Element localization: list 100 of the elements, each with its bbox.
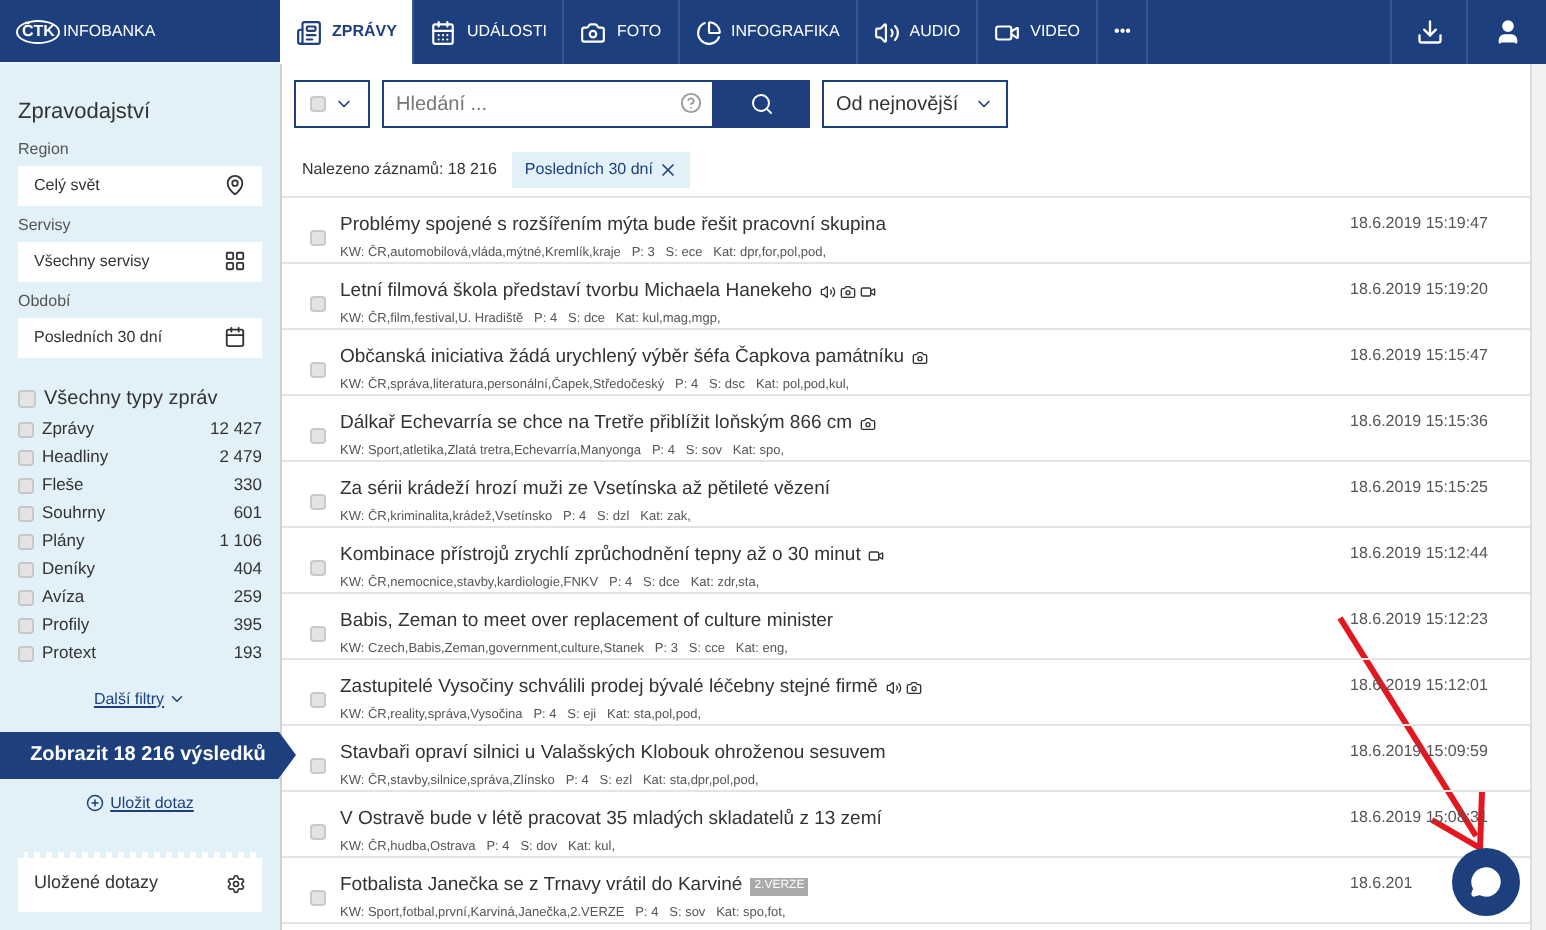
show-results-button[interactable]: Zobrazit 18 216 výsledků (0, 731, 296, 779)
article-title[interactable]: Kombinace přístrojů zrychlí zprůchodnění tepny až o 30 minut (340, 542, 861, 571)
article-title[interactable]: Dálkař Echevarría se chce na Tretře přiblížit loňským 866 cm (340, 410, 853, 439)
chat-icon (1470, 866, 1502, 898)
user-icon (1493, 18, 1521, 46)
nav-tab[interactable]: FOTO (564, 0, 680, 64)
checkbox[interactable] (310, 494, 326, 510)
nav-tab[interactable]: AUDIO (857, 0, 979, 64)
checkbox[interactable] (310, 890, 326, 906)
checkbox[interactable] (310, 626, 326, 642)
checkbox[interactable] (310, 230, 326, 246)
grid-icon (224, 250, 246, 272)
save-query-link[interactable]: Uložit dotaz (110, 791, 194, 815)
checkbox[interactable] (18, 617, 34, 633)
field-label: Region (18, 137, 71, 161)
type-label: Fleše (42, 472, 86, 498)
article-title[interactable]: Občanská iniciativa žádá urychlený výběr šéfa Čapkova památníku (340, 344, 904, 373)
pie-chart-icon (695, 19, 722, 45)
article-title[interactable]: Letní filmová škola představí tvorbu Michaela Hanekeho (340, 278, 813, 307)
checkbox[interactable] (310, 560, 326, 576)
camera-icon (580, 19, 607, 45)
type-count: 395 (233, 612, 262, 638)
results-count: Nalezeno záznamů: 18 216 (302, 158, 497, 182)
filter-field[interactable]: Celý svět (18, 165, 262, 205)
nav-tab[interactable]: INFOGRAFIKA (679, 0, 858, 64)
newspaper-icon (296, 19, 322, 45)
type-label: Všechny typy zpráv (44, 385, 218, 413)
search-field[interactable]: Hledání ... (382, 80, 714, 128)
checkbox[interactable] (310, 362, 326, 378)
filter-field[interactable]: Všechny servisy (18, 241, 262, 281)
article-title[interactable]: Za sérii krádeží hrozí muži ze Vsetínska až pětileté vězení (340, 476, 830, 505)
logo-mark: ČTK (16, 19, 61, 43)
type-count: 1 106 (219, 528, 262, 554)
search-button[interactable] (714, 80, 810, 128)
search-icon (750, 92, 774, 116)
timestamp: 18.6.2019 15:15:36 (1350, 410, 1488, 434)
article-title[interactable]: Zastupitelé Vysočiny schválili prodej bývalé léčebny stejné firmě (340, 674, 878, 703)
type-label: Profily (42, 612, 92, 638)
type-count: 2 479 (219, 444, 262, 470)
select-dropdown[interactable] (294, 80, 370, 128)
filter-field[interactable]: Posledních 30 dní (18, 317, 262, 357)
checkbox[interactable] (310, 296, 326, 312)
checkbox[interactable] (18, 449, 34, 465)
location-pin-icon (224, 174, 246, 196)
checkbox[interactable] (18, 533, 34, 549)
checkbox[interactable] (310, 758, 326, 774)
type-label: Protext (42, 640, 98, 666)
plus-icon (86, 794, 105, 812)
filter-chip[interactable]: Posledních 30 dní (512, 152, 691, 188)
field-label: Servisy (18, 213, 73, 237)
field-label: Období (18, 289, 73, 313)
timestamp: 18.6.2019 15:12:44 (1350, 542, 1488, 566)
speaker-icon (873, 19, 900, 45)
checkbox[interactable] (310, 692, 326, 708)
calendar-icon (430, 19, 457, 45)
nav-tab[interactable]: ••• (1098, 0, 1149, 64)
type-count: 330 (233, 472, 262, 498)
checkbox[interactable] (18, 477, 34, 493)
checkbox[interactable] (310, 428, 326, 444)
type-count: 12 427 (210, 416, 262, 442)
video-camera-icon (994, 19, 1021, 45)
nav-tab[interactable]: UDÁLOSTI (414, 0, 565, 64)
article-title[interactable]: V Ostravě bude v létě pracovat 35 mladých skladatelů z 13 zemí (340, 806, 882, 835)
article-title[interactable]: Babis, Zeman to meet over replacement of culture minister (340, 608, 834, 637)
checkbox[interactable] (18, 389, 36, 407)
type-label: Plány (42, 528, 87, 554)
article-title[interactable]: Problémy spojené s rozšířením mýta bude řešit pracovní skupina (340, 212, 886, 241)
article-title[interactable]: Stavbaři opraví silnici u Valašských Klobouk ohroženou sesuvem (340, 740, 886, 769)
checkbox[interactable] (18, 589, 34, 605)
checkbox[interactable] (18, 561, 34, 577)
type-label: Avíza (42, 584, 87, 610)
calendar-icon (224, 326, 246, 348)
caret-icon (168, 690, 187, 708)
type-label: Deníky (42, 556, 97, 582)
timestamp: 18.6.201 (1350, 872, 1413, 896)
checkbox[interactable] (310, 824, 326, 840)
type-count: 601 (233, 500, 262, 526)
type-count: 259 (233, 584, 262, 610)
timestamp: 18.6.2019 15:09:59 (1350, 740, 1488, 764)
sort-dropdown[interactable]: Od nejnovější (822, 80, 1009, 128)
checkbox[interactable] (18, 645, 34, 661)
chat-button[interactable] (1452, 848, 1520, 916)
type-count: 404 (233, 556, 262, 582)
article-title[interactable]: Fotbalista Janečka se z Trnavy vrátil do Karviné (340, 872, 743, 901)
checkbox[interactable] (310, 96, 326, 112)
timestamp: 18.6.2019 15:19:20 (1350, 278, 1488, 302)
checkbox[interactable] (18, 505, 34, 521)
nav-tab[interactable]: VIDEO (978, 0, 1099, 64)
timestamp: 18.6.2019 15:19:47 (1350, 212, 1488, 236)
type-count: 193 (233, 640, 262, 666)
close-icon (658, 160, 679, 180)
type-label: Souhrny (42, 500, 108, 526)
logo-text: INFOBANKA (62, 19, 156, 43)
timestamp: 18.6.2019 15:15:25 (1350, 476, 1488, 500)
checkbox[interactable] (18, 421, 34, 437)
more-filters-link[interactable]: Další filtry (93, 687, 165, 711)
help-icon (680, 92, 702, 114)
nav-tab[interactable]: ZPRÁVY (280, 0, 415, 64)
saved-queries-title: Uložené dotazy (34, 870, 159, 897)
type-label: Zprávy (42, 416, 96, 442)
